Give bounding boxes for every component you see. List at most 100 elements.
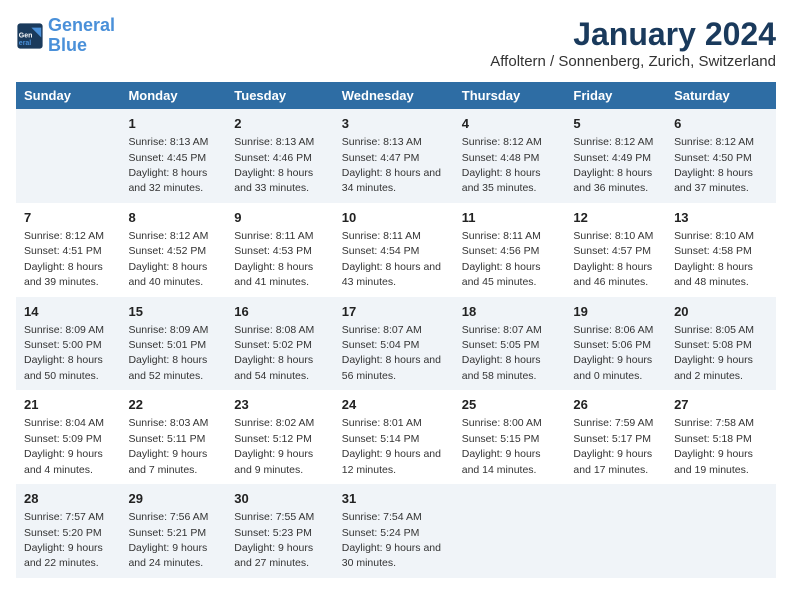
day-cell: 28 Sunrise: 7:57 AM Sunset: 5:20 PM Dayl… <box>16 484 120 578</box>
day-sunrise: Sunrise: 7:55 AM <box>234 511 314 523</box>
day-cell: 9 Sunrise: 8:11 AM Sunset: 4:53 PM Dayli… <box>226 203 333 297</box>
day-cell: 10 Sunrise: 8:11 AM Sunset: 4:54 PM Dayl… <box>334 203 454 297</box>
day-daylight: Daylight: 8 hours and 45 minutes. <box>462 261 541 288</box>
day-number: 12 <box>573 209 658 227</box>
day-cell: 30 Sunrise: 7:55 AM Sunset: 5:23 PM Dayl… <box>226 484 333 578</box>
day-daylight: Daylight: 8 hours and 46 minutes. <box>573 261 652 288</box>
day-sunrise: Sunrise: 8:04 AM <box>24 417 104 429</box>
day-cell: 27 Sunrise: 7:58 AM Sunset: 5:18 PM Dayl… <box>666 390 776 484</box>
day-cell: 24 Sunrise: 8:01 AM Sunset: 5:14 PM Dayl… <box>334 390 454 484</box>
day-sunrise: Sunrise: 7:56 AM <box>128 511 208 523</box>
calendar-header-row: SundayMondayTuesdayWednesdayThursdayFrid… <box>16 82 776 109</box>
day-daylight: Daylight: 8 hours and 35 minutes. <box>462 167 541 194</box>
title-block: January 2024 Affoltern / Sonnenberg, Zur… <box>490 16 776 70</box>
day-sunset: Sunset: 5:15 PM <box>462 433 540 445</box>
day-daylight: Daylight: 9 hours and 30 minutes. <box>342 542 441 569</box>
day-sunset: Sunset: 4:57 PM <box>573 245 651 257</box>
day-sunset: Sunset: 5:14 PM <box>342 433 420 445</box>
subtitle: Affoltern / Sonnenberg, Zurich, Switzerl… <box>490 53 776 70</box>
day-number: 18 <box>462 303 558 321</box>
calendar-body: 1 Sunrise: 8:13 AM Sunset: 4:45 PM Dayli… <box>16 109 776 578</box>
day-daylight: Daylight: 9 hours and 27 minutes. <box>234 542 313 569</box>
day-sunset: Sunset: 4:58 PM <box>674 245 752 257</box>
day-sunset: Sunset: 5:23 PM <box>234 527 312 539</box>
day-cell: 20 Sunrise: 8:05 AM Sunset: 5:08 PM Dayl… <box>666 297 776 391</box>
svg-text:eral: eral <box>19 40 32 47</box>
day-sunset: Sunset: 5:04 PM <box>342 339 420 351</box>
day-sunrise: Sunrise: 8:11 AM <box>234 230 313 242</box>
day-sunrise: Sunrise: 8:01 AM <box>342 417 422 429</box>
day-sunset: Sunset: 5:05 PM <box>462 339 540 351</box>
day-number: 1 <box>128 115 218 133</box>
day-number: 27 <box>674 396 768 414</box>
day-daylight: Daylight: 9 hours and 4 minutes. <box>24 448 103 475</box>
day-sunrise: Sunrise: 8:13 AM <box>234 136 314 148</box>
day-daylight: Daylight: 9 hours and 7 minutes. <box>128 448 207 475</box>
day-number: 28 <box>24 490 112 508</box>
day-number: 24 <box>342 396 446 414</box>
day-daylight: Daylight: 8 hours and 48 minutes. <box>674 261 753 288</box>
day-number: 2 <box>234 115 325 133</box>
day-number: 5 <box>573 115 658 133</box>
day-cell <box>666 484 776 578</box>
day-cell: 7 Sunrise: 8:12 AM Sunset: 4:51 PM Dayli… <box>16 203 120 297</box>
day-sunrise: Sunrise: 8:13 AM <box>342 136 422 148</box>
day-number: 29 <box>128 490 218 508</box>
day-daylight: Daylight: 8 hours and 39 minutes. <box>24 261 103 288</box>
day-number: 20 <box>674 303 768 321</box>
day-sunrise: Sunrise: 8:08 AM <box>234 324 314 336</box>
day-sunset: Sunset: 4:47 PM <box>342 152 420 164</box>
week-row-5: 28 Sunrise: 7:57 AM Sunset: 5:20 PM Dayl… <box>16 484 776 578</box>
day-cell: 3 Sunrise: 8:13 AM Sunset: 4:47 PM Dayli… <box>334 109 454 203</box>
day-number: 19 <box>573 303 658 321</box>
day-daylight: Daylight: 8 hours and 34 minutes. <box>342 167 441 194</box>
day-daylight: Daylight: 8 hours and 43 minutes. <box>342 261 441 288</box>
day-cell: 21 Sunrise: 8:04 AM Sunset: 5:09 PM Dayl… <box>16 390 120 484</box>
day-cell <box>454 484 566 578</box>
header-thursday: Thursday <box>454 82 566 109</box>
day-daylight: Daylight: 9 hours and 19 minutes. <box>674 448 753 475</box>
day-number: 22 <box>128 396 218 414</box>
day-sunset: Sunset: 5:17 PM <box>573 433 651 445</box>
day-cell: 2 Sunrise: 8:13 AM Sunset: 4:46 PM Dayli… <box>226 109 333 203</box>
page-header: Gen eral GeneralBlue January 2024 Affolt… <box>16 16 776 70</box>
day-sunrise: Sunrise: 8:13 AM <box>128 136 208 148</box>
day-sunrise: Sunrise: 8:11 AM <box>462 230 541 242</box>
day-number: 10 <box>342 209 446 227</box>
day-cell: 16 Sunrise: 8:08 AM Sunset: 5:02 PM Dayl… <box>226 297 333 391</box>
logo-text: GeneralBlue <box>48 16 115 56</box>
day-sunset: Sunset: 4:54 PM <box>342 245 420 257</box>
day-cell: 14 Sunrise: 8:09 AM Sunset: 5:00 PM Dayl… <box>16 297 120 391</box>
day-number: 11 <box>462 209 558 227</box>
day-cell: 23 Sunrise: 8:02 AM Sunset: 5:12 PM Dayl… <box>226 390 333 484</box>
day-sunrise: Sunrise: 8:02 AM <box>234 417 314 429</box>
day-sunset: Sunset: 5:20 PM <box>24 527 102 539</box>
main-title: January 2024 <box>490 16 776 53</box>
day-sunset: Sunset: 5:18 PM <box>674 433 752 445</box>
day-daylight: Daylight: 9 hours and 0 minutes. <box>573 354 652 381</box>
day-sunrise: Sunrise: 8:07 AM <box>462 324 542 336</box>
day-cell: 8 Sunrise: 8:12 AM Sunset: 4:52 PM Dayli… <box>120 203 226 297</box>
header-friday: Friday <box>565 82 666 109</box>
day-sunrise: Sunrise: 8:11 AM <box>342 230 421 242</box>
day-number: 4 <box>462 115 558 133</box>
day-number: 9 <box>234 209 325 227</box>
day-number: 6 <box>674 115 768 133</box>
day-daylight: Daylight: 8 hours and 33 minutes. <box>234 167 313 194</box>
day-number: 17 <box>342 303 446 321</box>
day-number: 8 <box>128 209 218 227</box>
day-number: 14 <box>24 303 112 321</box>
day-sunset: Sunset: 5:11 PM <box>128 433 205 445</box>
day-number: 31 <box>342 490 446 508</box>
day-sunset: Sunset: 5:21 PM <box>128 527 206 539</box>
day-sunrise: Sunrise: 8:03 AM <box>128 417 208 429</box>
day-cell: 22 Sunrise: 8:03 AM Sunset: 5:11 PM Dayl… <box>120 390 226 484</box>
day-daylight: Daylight: 8 hours and 52 minutes. <box>128 354 207 381</box>
day-sunrise: Sunrise: 8:05 AM <box>674 324 754 336</box>
day-sunrise: Sunrise: 8:10 AM <box>573 230 653 242</box>
day-sunrise: Sunrise: 8:07 AM <box>342 324 422 336</box>
day-daylight: Daylight: 9 hours and 2 minutes. <box>674 354 753 381</box>
day-cell: 5 Sunrise: 8:12 AM Sunset: 4:49 PM Dayli… <box>565 109 666 203</box>
day-sunrise: Sunrise: 8:06 AM <box>573 324 653 336</box>
day-sunrise: Sunrise: 8:09 AM <box>128 324 208 336</box>
